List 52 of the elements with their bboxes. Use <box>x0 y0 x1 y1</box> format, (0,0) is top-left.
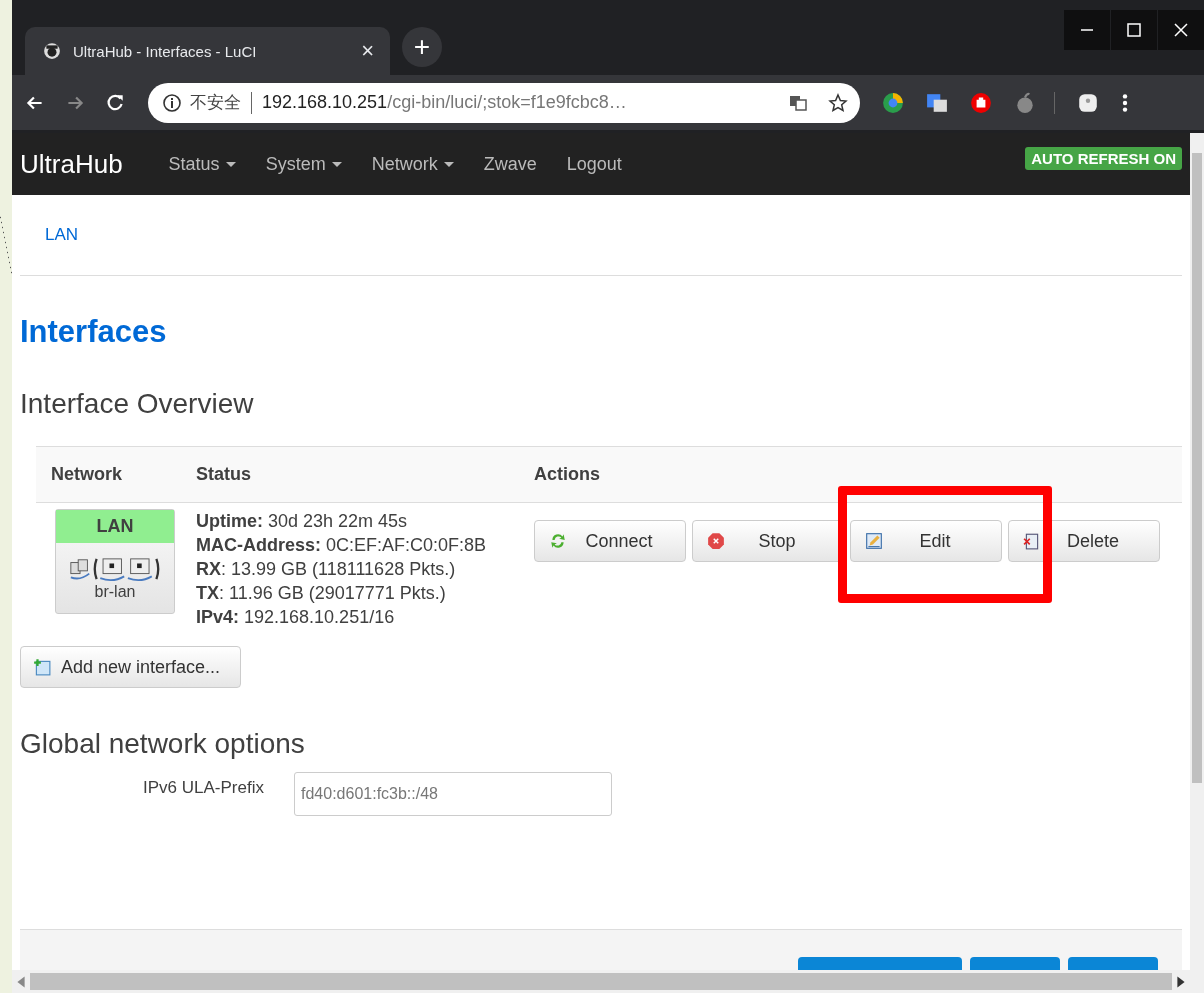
column-header: Actions <box>534 464 600 485</box>
horizontal-scrollbar[interactable] <box>12 970 1190 993</box>
page-title: Interfaces <box>20 314 168 350</box>
close-tab-button[interactable]: × <box>361 38 374 64</box>
vertical-scrollbar[interactable] <box>1190 133 1204 993</box>
bridge-icon <box>69 555 161 583</box>
column-header: Status <box>196 464 252 485</box>
edit-icon <box>865 532 883 550</box>
add-interface-button[interactable]: Add new interface... <box>20 646 242 688</box>
status-line: IPv4: 192.168.10.251/16 <box>196 606 396 629</box>
menu-item[interactable]: Zwave <box>483 153 537 175</box>
status-line: TX: 11.96 GB (29017771 Pkts.) <box>196 582 447 605</box>
info-icon <box>162 92 182 113</box>
maximize-icon[interactable] <box>1111 10 1157 50</box>
status-line: MAC-Address: 0C:EF:AF:C0:0F:8B <box>196 534 488 557</box>
delete-button[interactable]: Delete <box>1008 520 1160 562</box>
menu-item[interactable]: Status <box>168 153 236 175</box>
status-line: RX: 13.99 GB (118111628 Pkts.) <box>196 558 457 581</box>
menu-item[interactable]: Logout <box>566 153 622 175</box>
column-header: Network <box>50 464 123 485</box>
delete-icon <box>1023 532 1041 550</box>
brand-name[interactable]: UltraHub <box>20 148 123 180</box>
edit-button[interactable]: Edit <box>850 520 1002 562</box>
menu-item[interactable]: System <box>265 153 342 175</box>
subnav-link[interactable]: LAN <box>45 225 79 245</box>
hand-icon[interactable] <box>970 91 992 114</box>
tab-title: UltraHub - Interfaces - LuCI <box>73 42 258 60</box>
add-icon <box>33 658 51 676</box>
section-title: Interface Overview <box>20 388 255 420</box>
menu-icon[interactable] <box>1121 91 1129 114</box>
reload-button[interactable]: Connect <box>534 520 686 562</box>
profile-icon[interactable] <box>1077 91 1099 114</box>
prefix-field[interactable]: fd40:d601:fc3b::/48 <box>294 772 612 816</box>
section-title: Global network options <box>20 728 306 760</box>
apple-icon[interactable] <box>1014 91 1036 114</box>
extension-icon[interactable] <box>882 91 904 114</box>
address-bar[interactable]: 不安全 192.168.10.251/cgi-bin/luci/;stok=f1e9fcbc8… <box>148 82 860 123</box>
translate-extension-icon[interactable] <box>926 91 948 114</box>
device-name: br-lan <box>94 583 136 601</box>
star-icon[interactable] <box>828 92 848 113</box>
favicon-icon <box>43 42 61 60</box>
status-line: Uptime: 30d 23h 22m 45s <box>196 510 409 533</box>
stop-icon <box>707 532 725 550</box>
browser-tab[interactable]: UltraHub - Interfaces - LuCI × <box>25 27 390 75</box>
new-tab-button[interactable]: + <box>402 27 442 67</box>
close-icon[interactable] <box>1158 10 1204 50</box>
security-label: 不安全 <box>190 92 241 114</box>
field-label: IPv6 ULA-Prefix <box>142 778 265 799</box>
network-name: LAN <box>56 510 174 543</box>
refresh-icon <box>549 532 567 550</box>
menu-item[interactable]: Network <box>371 153 454 175</box>
url-text: 192.168.10.251/cgi-bin/luci/;stok=f1e9fcbc8… <box>262 92 628 113</box>
